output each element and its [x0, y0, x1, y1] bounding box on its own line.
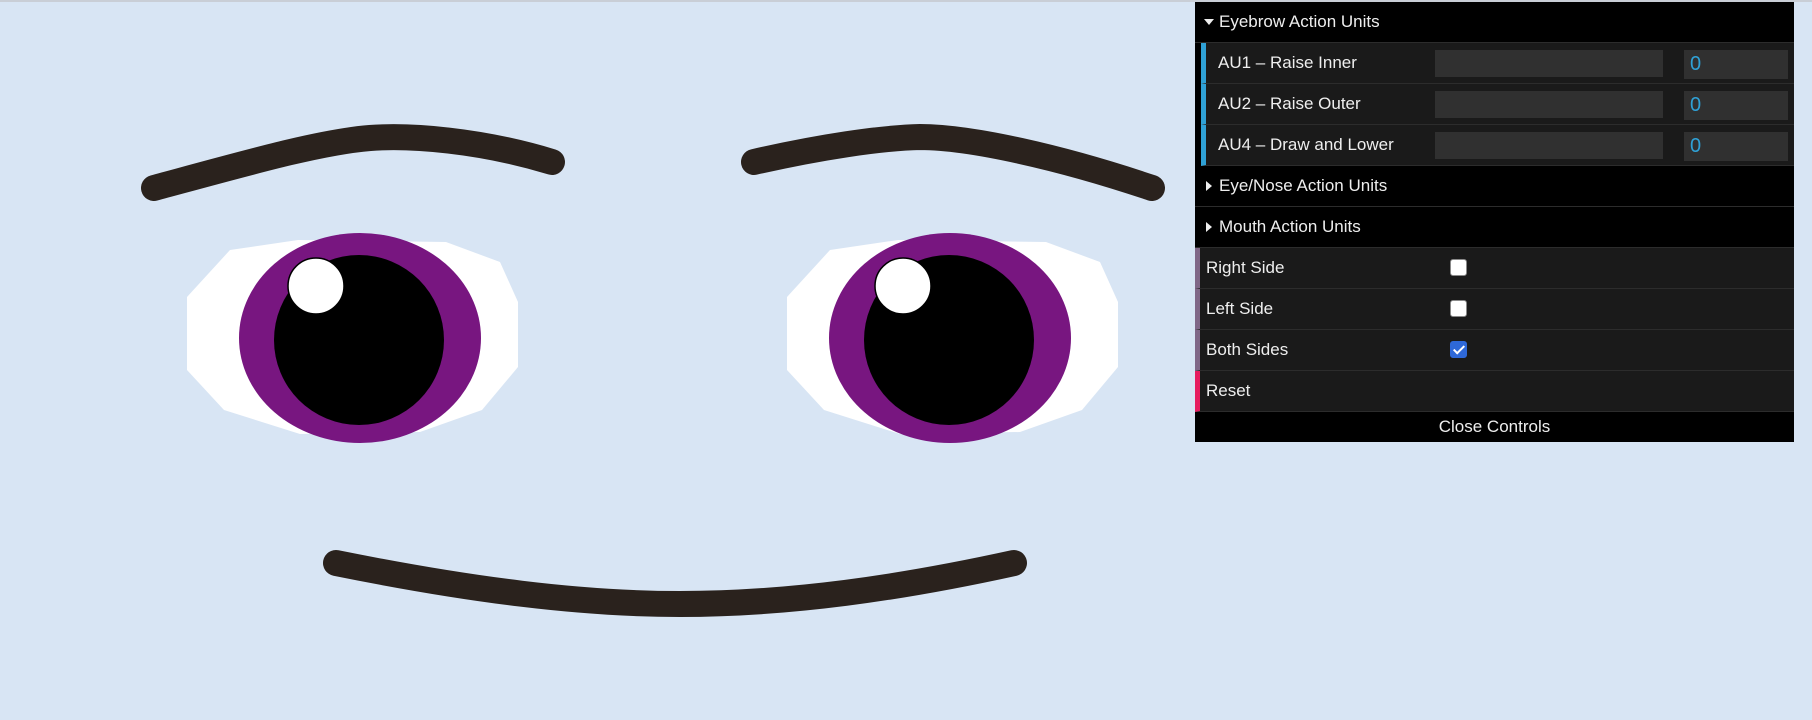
left-eye	[787, 233, 1118, 443]
eyebrow-folder-title[interactable]: Eyebrow Action Units	[1195, 2, 1794, 43]
chevron-right-icon	[1203, 166, 1215, 206]
chevron-down-icon	[1203, 2, 1215, 42]
both-sides-label: Both Sides	[1206, 340, 1289, 359]
right-eye-highlight	[287, 257, 345, 315]
right-side-control: Right Side	[1195, 248, 1794, 289]
controls-panel: Eyebrow Action Units AU1 – Raise Inner 0…	[1195, 2, 1794, 442]
right-eye	[187, 233, 518, 443]
au2-label: AU2 – Raise Outer	[1218, 94, 1361, 113]
right-side-checkbox[interactable]	[1450, 259, 1467, 276]
left-eye-highlight	[874, 257, 932, 315]
left-side-label: Left Side	[1206, 299, 1274, 318]
right-side-label: Right Side	[1206, 258, 1285, 277]
reset-label: Reset	[1206, 381, 1251, 400]
mouth-folder-label: Mouth Action Units	[1219, 217, 1361, 236]
au1-label: AU1 – Raise Inner	[1218, 53, 1357, 72]
close-controls-button[interactable]: Close Controls	[1195, 412, 1794, 442]
chevron-right-icon	[1203, 207, 1215, 247]
both-sides-checkbox[interactable]	[1450, 341, 1467, 358]
mouth	[323, 550, 1027, 618]
eyebrow-folder-label: Eyebrow Action Units	[1219, 12, 1380, 31]
eye-nose-folder-label: Eye/Nose Action Units	[1219, 176, 1388, 195]
au4-control: AU4 – Draw and Lower 0	[1201, 125, 1794, 166]
au1-control: AU1 – Raise Inner 0	[1201, 43, 1794, 84]
au4-label: AU4 – Draw and Lower	[1218, 135, 1394, 154]
au1-slider[interactable]	[1435, 50, 1663, 77]
au1-value-input[interactable]: 0	[1684, 50, 1788, 79]
left-eyebrow	[741, 123, 1165, 201]
eye-nose-folder-title[interactable]: Eye/Nose Action Units	[1195, 166, 1794, 207]
au4-slider[interactable]	[1435, 132, 1663, 159]
au2-value-input[interactable]: 0	[1684, 91, 1788, 120]
au2-control: AU2 – Raise Outer 0	[1201, 84, 1794, 125]
right-eyebrow	[141, 124, 565, 201]
au4-value-input[interactable]: 0	[1684, 132, 1788, 161]
mouth-folder-title[interactable]: Mouth Action Units	[1195, 207, 1794, 248]
reset-button[interactable]: Reset	[1195, 371, 1794, 412]
left-side-checkbox[interactable]	[1450, 300, 1467, 317]
left-side-control: Left Side	[1195, 289, 1794, 330]
both-sides-control: Both Sides	[1195, 330, 1794, 371]
au2-slider[interactable]	[1435, 91, 1663, 118]
